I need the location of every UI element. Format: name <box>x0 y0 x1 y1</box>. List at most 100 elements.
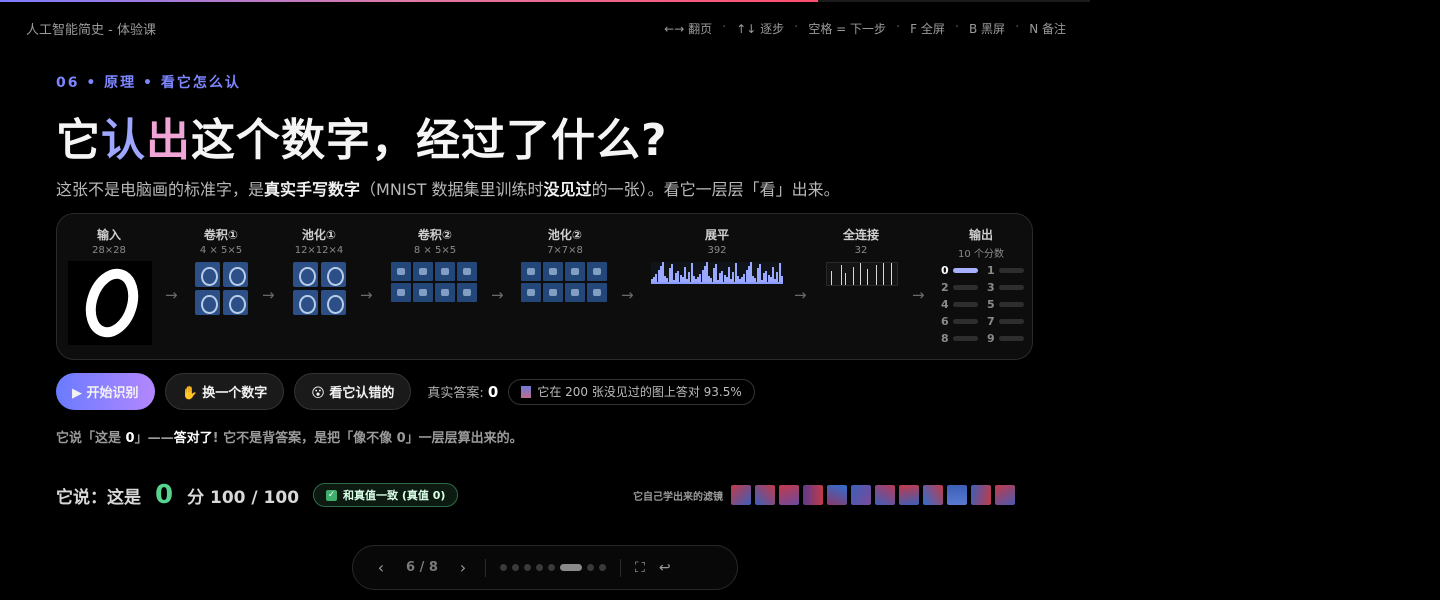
stage-label: 输出 <box>968 228 993 242</box>
hint-separator: · <box>722 19 727 35</box>
slide-dot[interactable] <box>512 564 519 571</box>
conv2-feature-map <box>457 283 477 302</box>
pool2-feature-map <box>521 283 541 302</box>
start-recognition-button[interactable]: ▶ 开始识别 <box>56 373 155 410</box>
hint-separator: · <box>896 19 901 35</box>
stage-label: 池化② <box>547 228 583 242</box>
prediction-prefix: 它说：这是 <box>56 487 141 508</box>
keyboard-hint: N 备注 <box>1029 21 1066 36</box>
flatten-unit <box>780 276 783 282</box>
output-scores: 0123456789 <box>941 262 1051 347</box>
hint-separator: · <box>1015 19 1020 35</box>
top-bar: 人工智能简史 - 体验课 ←→ 翻页 · ↑↓ 逐步 · 空格 = 下一步 · F 全屏 · B… <box>26 18 1066 38</box>
slide-dot[interactable] <box>524 564 531 571</box>
output-score-bar <box>999 268 1024 273</box>
slide-dot[interactable] <box>500 564 507 571</box>
learned-filters: 它自己学出来的滤镜 <box>633 485 1015 505</box>
slide-dot[interactable] <box>599 564 606 571</box>
truth-value: 0 <box>487 383 499 401</box>
stage-header: 池化① 12×12×4 <box>279 226 359 256</box>
slide-dot[interactable] <box>536 564 543 571</box>
learned-filter-swatch <box>899 485 919 505</box>
slide-subtitle: 这张不是电脑画的标准字，是真实手写数字（MNIST 数据集里训练时没见过的一张）… <box>56 176 840 200</box>
keyboard-hint: F 全屏 <box>910 21 945 36</box>
output-digit-label: 6 <box>941 315 949 328</box>
stage-label: 池化① <box>301 228 337 242</box>
pool2-feature-map <box>565 283 585 302</box>
subtitle-text: （MNIST 数据集里训练时 <box>360 180 544 199</box>
learned-filter-swatch <box>995 485 1015 505</box>
dense-layer-vector <box>826 262 898 286</box>
stage-header: 输入 28×28 <box>69 226 149 256</box>
dense-unit <box>853 267 854 285</box>
stage-label: 卷积① <box>203 228 239 242</box>
output-score-cell: 7 <box>987 315 1033 328</box>
learned-filter-swatch <box>851 485 871 505</box>
output-digit-label: 2 <box>941 281 949 294</box>
arrow-icon: → <box>360 286 373 304</box>
pool1-feature-map <box>293 290 318 315</box>
learned-filter-swatch <box>971 485 991 505</box>
verdict-correct: 答对了 <box>173 431 213 446</box>
return-icon[interactable]: ↩ <box>659 560 671 576</box>
dense-unit <box>841 265 842 285</box>
slide-dot[interactable] <box>587 564 594 571</box>
stage-label: 卷积② <box>417 228 453 242</box>
accuracy-text: 它在 200 张没见过的图上答对 93.5% <box>537 385 742 399</box>
output-score-bar <box>999 285 1024 290</box>
hint-separator: · <box>794 19 799 35</box>
stage-dimension: 8 × 5×5 <box>413 245 457 256</box>
title-part: 它 <box>56 115 101 166</box>
output-digit-label: 3 <box>987 281 995 294</box>
learned-filter-swatch <box>923 485 943 505</box>
pool2-feature-map <box>543 262 563 281</box>
subtitle-emphasis: 真实手写数字 <box>264 180 361 199</box>
output-score-cell: 5 <box>987 298 1033 311</box>
course-title: 人工智能简史 - 体验课 <box>26 22 156 38</box>
stage-dimension: 10 个分数 <box>958 249 1004 260</box>
pool1-feature-map <box>293 262 318 287</box>
output-digit-label: 7 <box>987 315 995 328</box>
dense-unit <box>891 263 892 285</box>
swap-digit-button[interactable]: ✋ 换一个数字 <box>164 373 285 410</box>
dense-unit <box>845 273 846 285</box>
stage-header: 全连接 32 <box>821 226 901 256</box>
flatten-vector <box>651 262 783 284</box>
pool2-feature-map <box>565 262 585 281</box>
conv1-feature-map <box>195 262 220 287</box>
conv2-feature-map <box>413 283 433 302</box>
slide-dots <box>500 564 606 571</box>
check-icon: ✓ <box>326 489 338 501</box>
dense-unit <box>876 265 877 285</box>
subtitle-text: 的一张）。看它一层层「看」出来。 <box>591 180 840 199</box>
predicted-digit: 0 <box>155 480 174 510</box>
stage-header: 卷积① 4 × 5×5 <box>181 226 261 256</box>
conv1-feature-map <box>195 290 220 315</box>
fullscreen-icon[interactable]: ⛶ <box>635 560 645 576</box>
slide-dot[interactable] <box>560 564 582 571</box>
keyboard-hint: B 黑屏 <box>969 21 1006 36</box>
output-digit-label: 4 <box>941 298 949 311</box>
next-slide-button[interactable]: › <box>455 558 471 577</box>
accuracy-pill: 它在 200 张没见过的图上答对 93.5% <box>508 378 755 405</box>
stage-dimension: 12×12×4 <box>294 245 344 256</box>
slide-dot[interactable] <box>548 564 555 571</box>
learned-filter-swatch <box>947 485 967 505</box>
arrow-icon: → <box>621 286 634 304</box>
arrow-icon: → <box>491 286 504 304</box>
match-label: 和真值一致 (真值 0) <box>343 489 446 502</box>
pool2-feature-map <box>521 262 541 281</box>
show-errors-button[interactable]: 😮 看它认错的 <box>294 373 412 410</box>
dense-unit <box>860 263 861 285</box>
arrow-icon: → <box>262 286 275 304</box>
output-score-cell: 0 <box>941 264 987 277</box>
conv1-feature-map <box>223 290 248 315</box>
stage-header: 池化② 7×7×8 <box>525 226 605 256</box>
stage-label: 全连接 <box>842 228 879 242</box>
output-row: 67 <box>941 313 1051 330</box>
prev-slide-button[interactable]: ‹ <box>373 558 389 577</box>
conv2-feature-map <box>457 262 477 281</box>
conv2-feature-map <box>435 283 455 302</box>
truth-answer: 真实答案: 0 <box>427 382 498 401</box>
output-score-bar <box>999 302 1024 307</box>
